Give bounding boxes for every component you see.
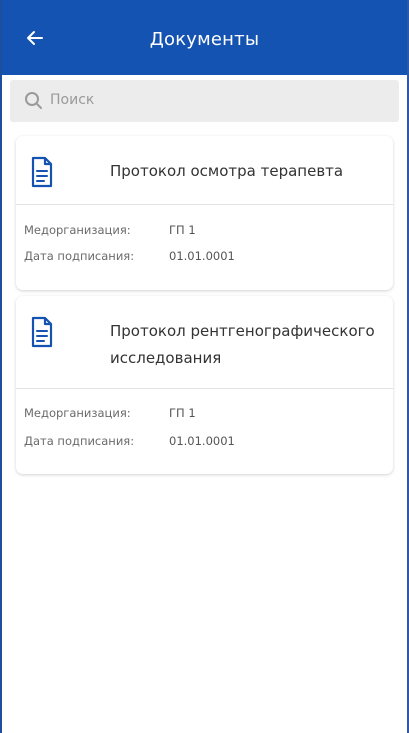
document-icon	[31, 156, 53, 188]
page-title: Документы	[149, 29, 260, 50]
document-card[interactable]: Протокол рентгенографического исследован…	[16, 296, 393, 474]
document-title: Протокол рентгенографического исследован…	[110, 322, 375, 367]
document-icon	[31, 316, 53, 348]
app-screen: Документы Поиск Протокол осмотра терапев…	[0, 0, 409, 733]
search-placeholder: Поиск	[50, 92, 95, 108]
card-divider	[16, 204, 393, 205]
app-header: Документы	[2, 0, 407, 75]
date-value: 01.01.0001	[169, 434, 235, 448]
search-input[interactable]: Поиск	[10, 80, 399, 122]
date-label: Дата подписания:	[24, 434, 135, 448]
search-icon	[25, 92, 42, 109]
date-label: Дата подписания:	[24, 249, 135, 263]
org-value: ГП 1	[169, 406, 196, 420]
card-divider	[16, 388, 393, 389]
date-value: 01.01.0001	[169, 249, 235, 263]
org-label: Медорганизация:	[24, 406, 131, 420]
org-value: ГП 1	[169, 223, 196, 237]
org-label: Медорганизация:	[24, 223, 131, 237]
document-card[interactable]: Протокол осмотра терапевта Медорганизаци…	[16, 136, 393, 290]
document-title: Протокол осмотра терапевта	[110, 162, 344, 180]
